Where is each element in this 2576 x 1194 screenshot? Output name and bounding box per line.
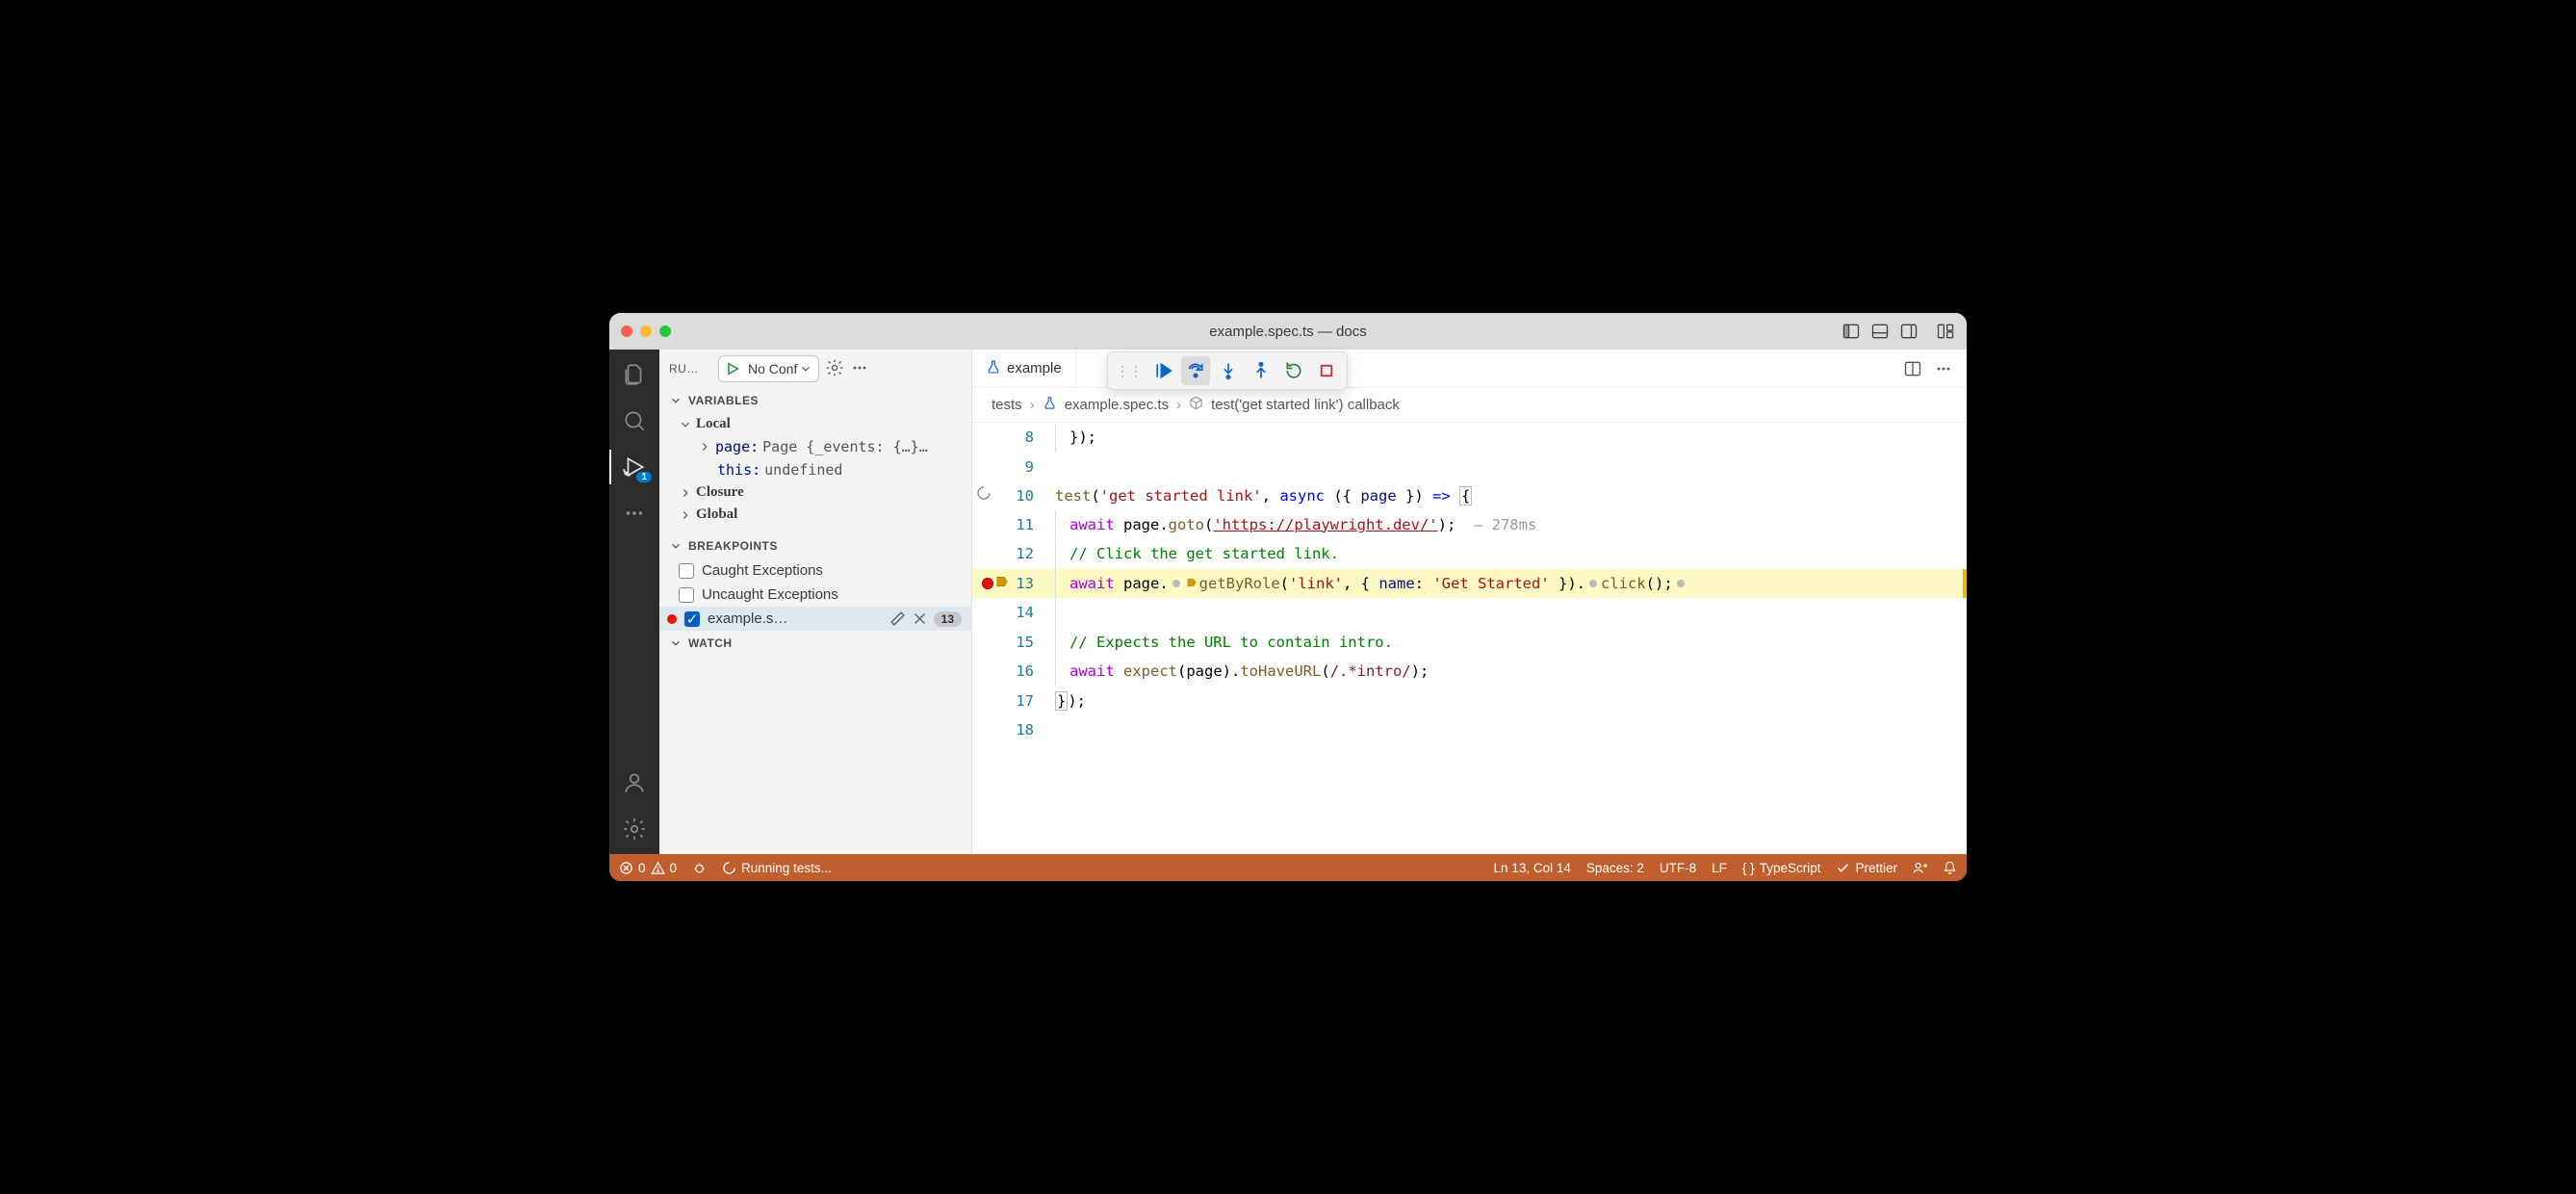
- breadcrumb-folder[interactable]: tests: [992, 397, 1022, 413]
- code-editor[interactable]: 8}); 9 10test('get started link', async …: [972, 423, 1967, 854]
- variable-page[interactable]: page: Page {_events: {…}…: [659, 435, 971, 458]
- close-window-button[interactable]: [621, 325, 632, 337]
- tab-bar: example ⋮⋮: [972, 350, 1967, 388]
- titlebar: example.spec.ts — docs: [609, 313, 1967, 350]
- breakpoints-section[interactable]: BREAKPOINTS: [659, 533, 971, 558]
- breadcrumb-file[interactable]: example.spec.ts: [1065, 397, 1169, 413]
- restart-button[interactable]: [1279, 356, 1308, 385]
- status-indentation[interactable]: Spaces: 2: [1586, 861, 1644, 875]
- debug-header: RU… No Conf: [659, 350, 971, 388]
- tab-example-spec[interactable]: example: [972, 350, 1076, 387]
- panel-title: RU…: [669, 362, 712, 376]
- panel-left-icon[interactable]: [1842, 322, 1861, 341]
- explorer-icon[interactable]: [621, 361, 648, 388]
- activity-bar: 1: [609, 350, 659, 854]
- continue-button[interactable]: [1148, 356, 1177, 385]
- flask-icon: [986, 359, 1001, 378]
- variables-label: VARIABLES: [688, 394, 759, 407]
- search-icon[interactable]: [621, 407, 648, 434]
- spinner-icon: [976, 481, 992, 510]
- debug-badge: 1: [636, 472, 652, 482]
- bp-line-badge: 13: [934, 611, 962, 627]
- window-controls: [621, 325, 671, 337]
- grip-icon[interactable]: ⋮⋮: [1114, 363, 1145, 379]
- breadcrumbs[interactable]: tests › example.spec.ts › test('get star…: [972, 388, 1967, 423]
- scope-local[interactable]: Local: [659, 413, 971, 435]
- bp-uncaught-exceptions[interactable]: Uncaught Exceptions: [659, 583, 971, 607]
- remove-icon[interactable]: [912, 610, 928, 627]
- status-encoding[interactable]: UTF-8: [1660, 861, 1696, 875]
- scope-global[interactable]: Global: [659, 504, 971, 526]
- debug-more-icon[interactable]: [850, 358, 869, 380]
- vscode-window: example.spec.ts — docs 1: [609, 313, 1967, 881]
- config-name[interactable]: No Conf: [746, 361, 818, 376]
- debug-settings-icon[interactable]: [825, 358, 844, 380]
- flask-icon: [1043, 396, 1057, 414]
- minimize-window-button[interactable]: [640, 325, 652, 337]
- run-debug-icon[interactable]: 1: [621, 454, 648, 480]
- status-eol[interactable]: LF: [1712, 861, 1727, 875]
- start-debug-icon[interactable]: [719, 361, 746, 376]
- status-language[interactable]: { }TypeScript: [1742, 861, 1821, 875]
- editor-group: example ⋮⋮ tests ›: [972, 350, 1967, 854]
- edit-icon[interactable]: [889, 610, 906, 627]
- checkbox-icon[interactable]: [679, 587, 694, 603]
- step-out-button[interactable]: [1247, 356, 1275, 385]
- layout-icon[interactable]: [1936, 322, 1955, 341]
- debug-toolbar[interactable]: ⋮⋮: [1107, 351, 1348, 390]
- status-bell-icon[interactable]: [1943, 861, 1957, 875]
- breakpoints-label: BREAKPOINTS: [688, 539, 778, 553]
- breakpoint-icon[interactable]: [982, 578, 993, 589]
- titlebar-layout-controls: [1842, 322, 1955, 341]
- panel-right-icon[interactable]: [1899, 322, 1919, 341]
- status-bar: 0 0 Running tests... Ln 13, Col 14 Space…: [609, 854, 1967, 881]
- checkbox-checked-icon[interactable]: ✓: [684, 611, 700, 627]
- status-running-tests[interactable]: Running tests...: [722, 861, 832, 875]
- step-into-button[interactable]: [1214, 356, 1243, 385]
- status-cursor-position[interactable]: Ln 13, Col 14: [1494, 861, 1571, 875]
- status-feedback-icon[interactable]: [1913, 861, 1927, 875]
- debug-sidebar: RU… No Conf VARIABLES: [659, 350, 972, 854]
- watch-section[interactable]: WATCH: [659, 631, 971, 656]
- maximize-window-button[interactable]: [659, 325, 671, 337]
- watch-label: WATCH: [688, 636, 733, 650]
- symbol-icon: [1189, 396, 1203, 414]
- status-problems[interactable]: 0 0: [619, 861, 677, 875]
- settings-gear-icon[interactable]: [621, 816, 648, 843]
- variables-section[interactable]: VARIABLES: [659, 388, 971, 413]
- status-debug-icon[interactable]: [692, 861, 707, 875]
- tab-label: example: [1007, 360, 1062, 376]
- breadcrumb-symbol[interactable]: test('get started link') callback: [1211, 397, 1400, 413]
- checkbox-icon[interactable]: [679, 563, 694, 579]
- editor-more-icon[interactable]: [1934, 359, 1953, 378]
- bp-caught-exceptions[interactable]: Caught Exceptions: [659, 558, 971, 583]
- status-prettier[interactable]: Prettier: [1836, 861, 1897, 875]
- debug-config-selector[interactable]: No Conf: [718, 355, 819, 382]
- current-line-icon: [995, 569, 1009, 598]
- breakpoint-dot-icon: [667, 614, 677, 624]
- window-title: example.spec.ts — docs: [609, 324, 1967, 340]
- scope-closure[interactable]: Closure: [659, 481, 971, 504]
- variable-this[interactable]: this: undefined: [659, 458, 971, 481]
- account-icon[interactable]: [621, 769, 648, 796]
- bp-file-entry[interactable]: ✓ example.s… 13: [659, 607, 971, 631]
- more-icon[interactable]: [621, 500, 648, 527]
- split-editor-icon[interactable]: [1903, 359, 1922, 378]
- panel-bottom-icon[interactable]: [1870, 322, 1890, 341]
- step-over-button[interactable]: [1181, 356, 1210, 385]
- stop-button[interactable]: [1312, 356, 1341, 385]
